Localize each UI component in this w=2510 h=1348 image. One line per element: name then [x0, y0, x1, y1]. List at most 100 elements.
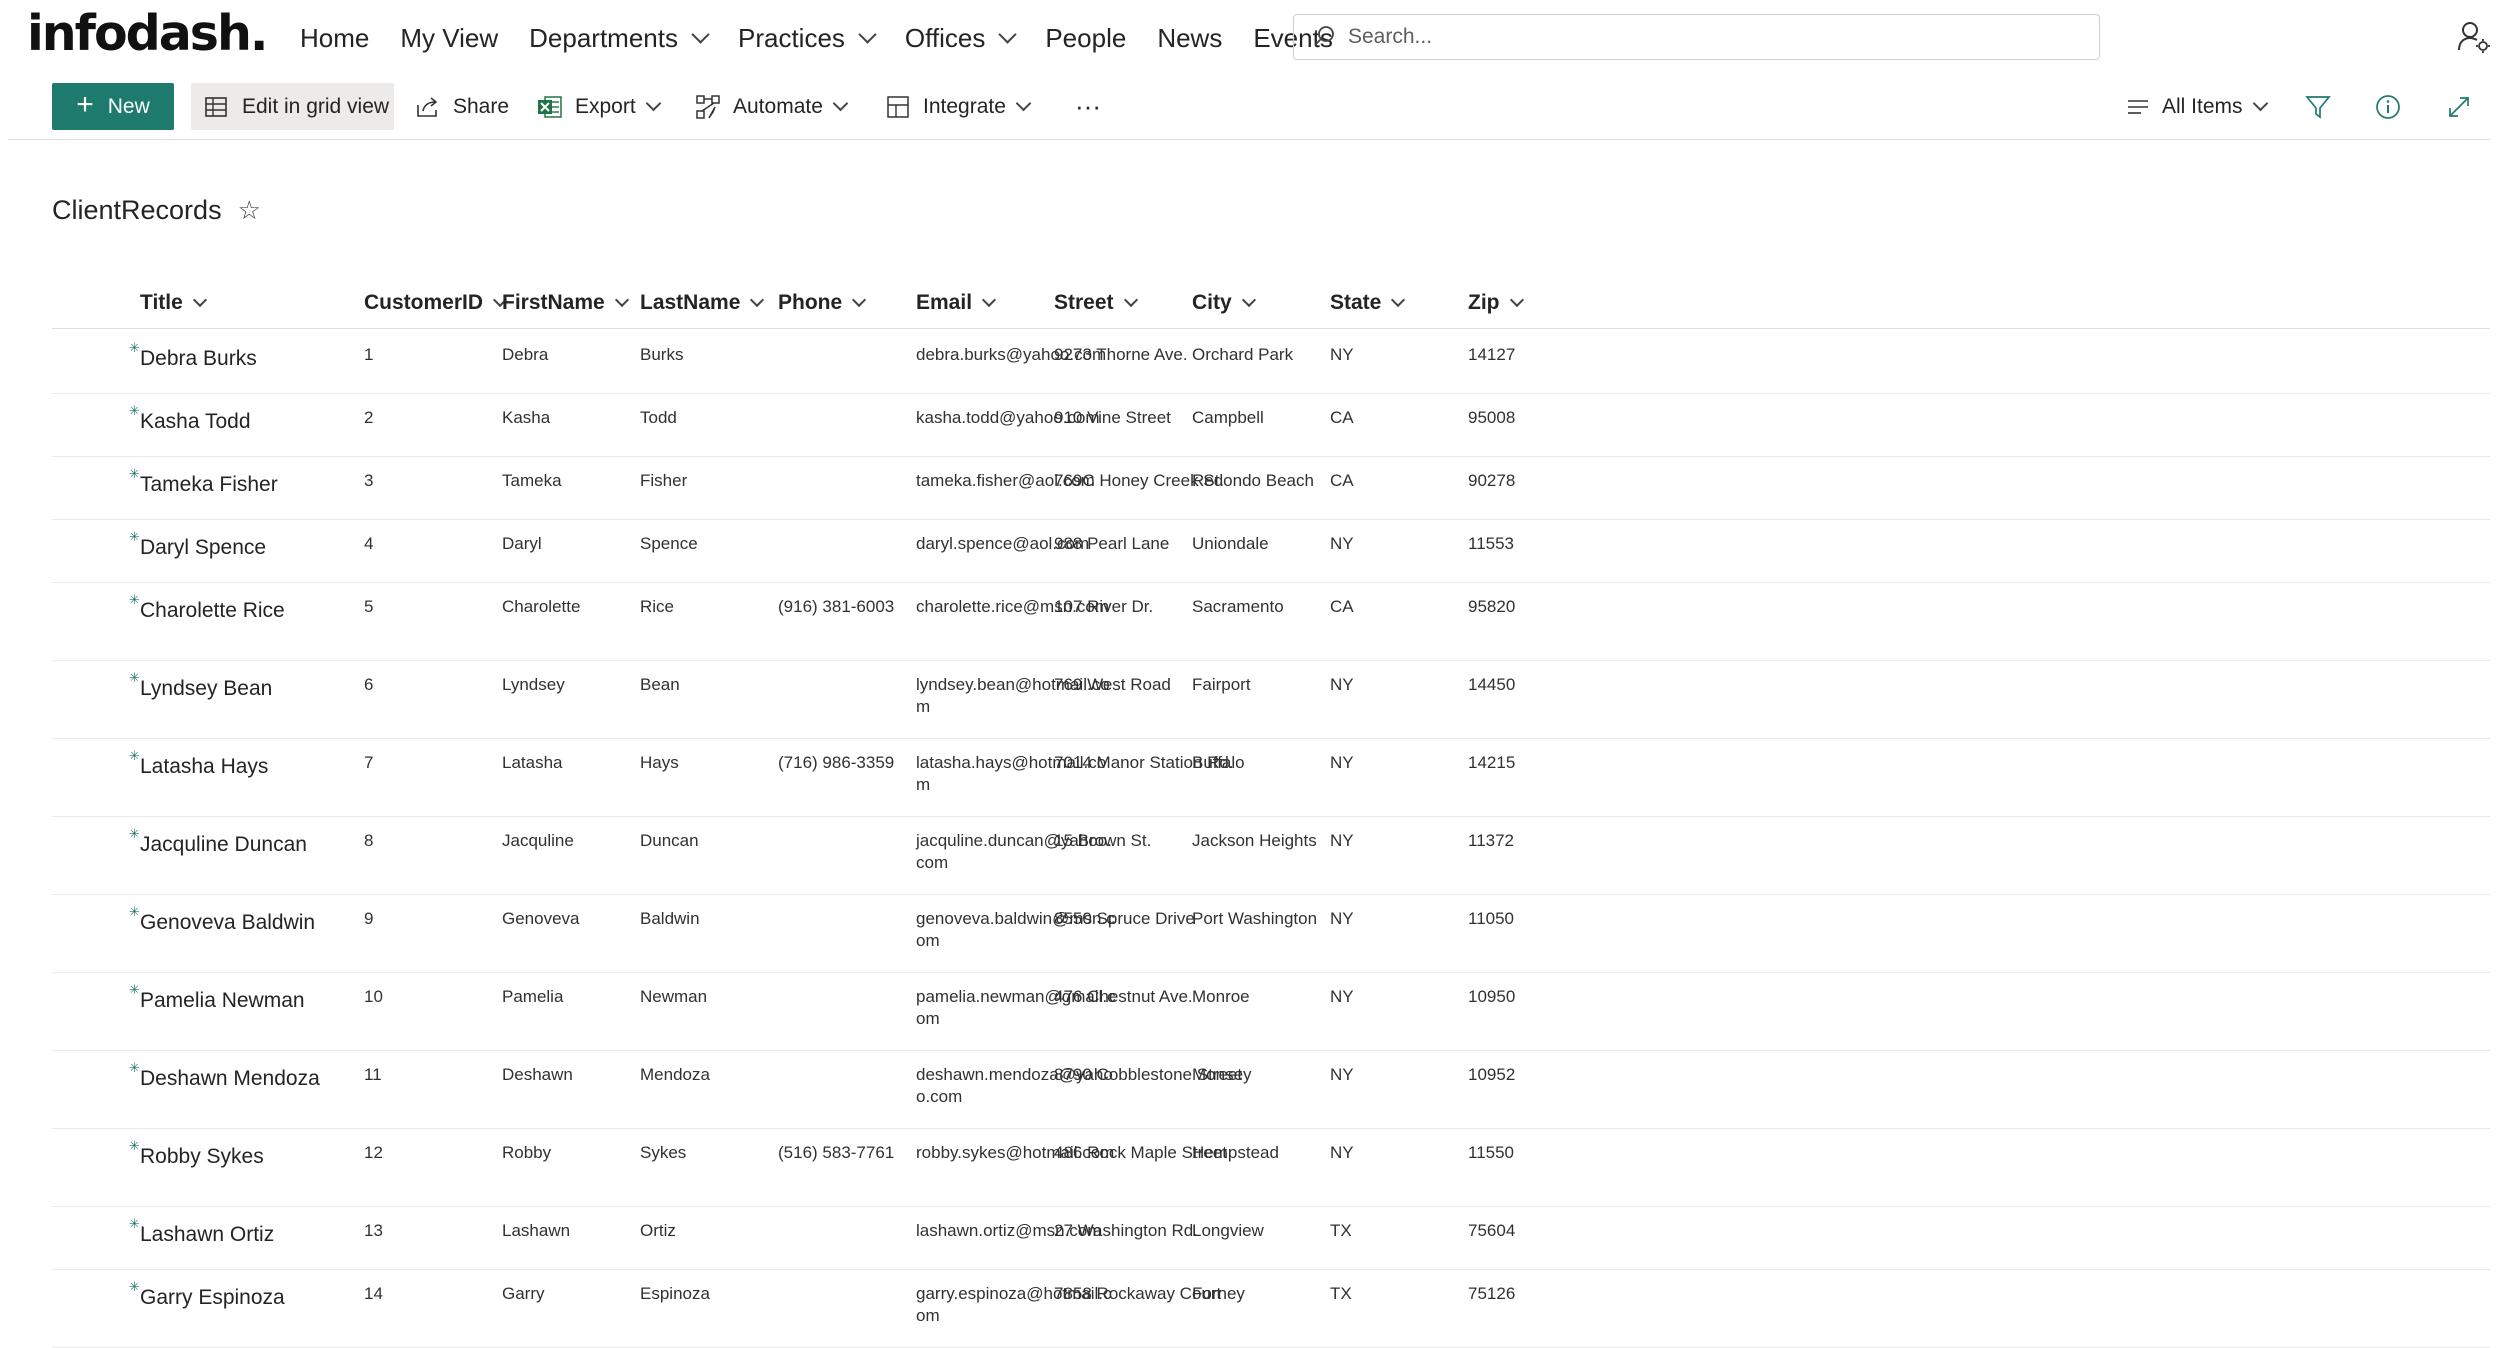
column-header-lastname[interactable]: LastName: [640, 278, 765, 328]
table-row[interactable]: ✳ Daryl Spence 4 Daryl Spence daryl.spence@ao…: [52, 519, 2490, 583]
cell-street: 9273 Thorne Ave.: [1054, 345, 1188, 364]
cell-last: Sykes: [640, 1143, 687, 1162]
table-row[interactable]: ✳ Robby Sykes 12 Robby Sykes (516) 583-7761 ro…: [52, 1128, 2490, 1207]
cell-title[interactable]: Daryl Spence: [140, 537, 266, 559]
table-row[interactable]: ✳ Lyndsey Bean 6 Lyndsey Bean lyndsey.bean@ho…: [52, 660, 2490, 739]
plus-icon: +: [76, 88, 94, 121]
table-row[interactable]: ✳ Kasha Todd 2 Kasha Todd kasha.todd@yahoo.co…: [52, 393, 2490, 457]
table-row[interactable]: ✳ Jacquline Duncan 8 Jacquline Duncan jacquli…: [52, 816, 2490, 895]
column-header-state[interactable]: State: [1330, 278, 1406, 328]
chevron-down-icon: [1241, 292, 1256, 308]
new-item-icon: ✳: [129, 1060, 140, 1075]
nav-item-label: News: [1157, 23, 1223, 53]
cell-title[interactable]: Jacquline Duncan: [140, 834, 307, 856]
automate-button[interactable]: Automate: [695, 83, 849, 130]
person-settings-icon[interactable]: [2457, 20, 2491, 54]
info-icon: [2376, 94, 2400, 119]
column-header-label: FirstName: [502, 291, 605, 314]
nav-item-news[interactable]: News: [1157, 18, 1222, 58]
chevron-down-icon: [981, 292, 997, 308]
table-row[interactable]: ✳ Latasha Hays 7 Latasha Hays (716) 986-3359 l…: [52, 738, 2490, 817]
cell-city: Buffalo: [1192, 753, 1245, 772]
cell-title[interactable]: Debra Burks: [140, 348, 257, 370]
column-header-city[interactable]: City: [1192, 278, 1256, 328]
table-row[interactable]: ✳ Debra Burks 1 Debra Burks debra.burks@yahoo…: [52, 330, 2490, 394]
table-row[interactable]: ✳ Genoveva Baldwin 9 Genoveva Baldwin genovev…: [52, 894, 2490, 973]
column-header-street[interactable]: Street: [1054, 278, 1138, 328]
nav-item-home[interactable]: Home: [300, 18, 369, 58]
new-item-icon: ✳: [129, 403, 140, 418]
nav-item-my-view[interactable]: My View: [400, 18, 498, 58]
filter-button[interactable]: [2305, 83, 2343, 130]
column-header-customerid[interactable]: CustomerID: [364, 278, 508, 328]
expand-button[interactable]: [2446, 83, 2484, 130]
nav-item-people[interactable]: People: [1045, 18, 1126, 58]
cell-title[interactable]: Kasha Todd: [140, 411, 251, 433]
nav-item-offices[interactable]: Offices: [905, 18, 1018, 58]
expand-icon: [2449, 96, 2469, 117]
share-button[interactable]: Share: [415, 83, 509, 130]
new-item-icon: ✳: [129, 982, 140, 997]
search-input[interactable]: [1346, 15, 2090, 59]
top-bar: infodash. Home My View Departments Practice…: [0, 0, 2510, 74]
flow-icon: [696, 94, 720, 119]
favorite-star-icon[interactable]: ☆: [238, 195, 261, 226]
cell-state: CA: [1330, 471, 1354, 490]
cell-title[interactable]: Pamelia Newman: [140, 990, 305, 1012]
column-header-label: Title: [140, 291, 183, 314]
cell-city: Monroe: [1192, 987, 1250, 1006]
info-button[interactable]: [2375, 83, 2413, 130]
nav-item-departments[interactable]: Departments: [529, 18, 710, 58]
chevron-down-icon: [1509, 292, 1524, 308]
cell-title[interactable]: Deshawn Mendoza: [140, 1068, 320, 1090]
cell-title[interactable]: Robby Sykes: [140, 1146, 264, 1168]
edit-grid-view-button[interactable]: Edit in grid view: [191, 83, 394, 130]
table-row[interactable]: ✳ Pamelia Newman 10 Pamelia Newman pamelia.ne…: [52, 972, 2490, 1051]
cell-title[interactable]: Garry Espinoza: [140, 1287, 285, 1309]
cell-state: NY: [1330, 1143, 1354, 1162]
cell-city: Sacramento: [1192, 597, 1284, 616]
table-row[interactable]: ✳ Deshawn Mendoza 11 Deshawn Mendoza deshawn.…: [52, 1050, 2490, 1129]
column-header-label: Phone: [778, 291, 843, 314]
infodash-logo[interactable]: infodash.: [27, 6, 268, 62]
column-header-label: Zip: [1468, 291, 1500, 314]
column-header-title[interactable]: Title: [140, 278, 207, 328]
nav-item-label: People: [1045, 23, 1127, 53]
column-header-zip[interactable]: Zip: [1468, 278, 1524, 328]
search-icon: [1314, 26, 1334, 46]
nav-item-label: My View: [400, 23, 499, 53]
table-row[interactable]: ✳ Tameka Fisher 3 Tameka Fisher tameka.fisher…: [52, 456, 2490, 520]
table-row[interactable]: ✳ Garry Espinoza 14 Garry Espinoza garry.espi…: [52, 1269, 2490, 1348]
cell-zip: 14450: [1468, 675, 1516, 694]
column-header-label: Street: [1054, 291, 1114, 314]
integrate-button[interactable]: Integrate: [885, 83, 1032, 130]
cell-title[interactable]: Genoveva Baldwin: [140, 912, 315, 934]
cell-title[interactable]: Charolette Rice: [140, 600, 285, 622]
cell-title[interactable]: Lyndsey Bean: [140, 678, 272, 700]
search-box[interactable]: [1293, 14, 2100, 60]
view-selector[interactable]: All Items: [2126, 83, 2268, 130]
chevron-down-icon: [614, 292, 629, 308]
column-header-firstname[interactable]: FirstName: [502, 278, 629, 328]
more-commands-button[interactable]: ···: [1075, 83, 1101, 130]
chevron-down-icon: [852, 292, 867, 308]
column-header-phone[interactable]: Phone: [778, 278, 867, 328]
table-row[interactable]: ✳ Charolette Rice 5 Charolette Rice (916) 381…: [52, 582, 2490, 661]
cell-title[interactable]: Latasha Hays: [140, 756, 268, 778]
cell-zip: 11553: [1468, 534, 1515, 553]
export-button[interactable]: Export: [537, 83, 661, 130]
cell-first: Latasha: [502, 753, 563, 772]
integrate-label: Integrate: [923, 94, 1006, 118]
new-button[interactable]: + New: [52, 83, 174, 130]
new-item-icon: ✳: [129, 1138, 140, 1153]
cell-city: Port Washington: [1192, 909, 1318, 928]
new-item-icon: ✳: [129, 1216, 140, 1231]
column-header-email[interactable]: Email: [916, 278, 997, 328]
cell-id: 1: [364, 345, 374, 364]
table-row[interactable]: ✳ Lashawn Ortiz 13 Lashawn Ortiz lashawn.orti…: [52, 1206, 2490, 1270]
cell-title[interactable]: Tameka Fisher: [140, 474, 278, 496]
cell-title[interactable]: Lashawn Ortiz: [140, 1224, 274, 1246]
cell-state: NY: [1330, 909, 1354, 928]
nav-item-practices[interactable]: Practices: [738, 18, 877, 58]
cell-first: Tameka: [502, 471, 562, 490]
